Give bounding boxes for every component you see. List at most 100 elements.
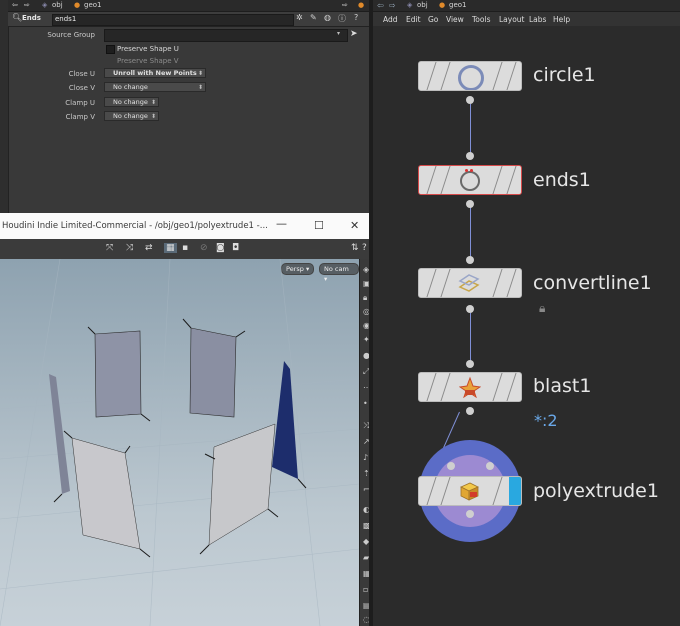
input-port[interactable]: [486, 462, 494, 470]
node-stripe: [492, 166, 503, 194]
extruded-panel: [208, 423, 276, 546]
close-v-label: Close V: [68, 84, 95, 92]
note-icon[interactable]: ♪: [363, 453, 368, 462]
source-group-dropdown-icon[interactable]: ▾: [337, 30, 340, 37]
screenshot-icon[interactable]: ◘: [232, 243, 239, 253]
node-circle1[interactable]: [418, 61, 522, 91]
menu-layout[interactable]: Layout: [499, 15, 525, 24]
menu-tools[interactable]: Tools: [472, 15, 490, 24]
extruded-panel: [71, 437, 141, 550]
network-view[interactable]: ⇦ ⇨ ◈ obj ● geo1 Add Edit Go View Tools …: [373, 0, 680, 626]
square-snap-icon[interactable]: ▪: [182, 243, 188, 253]
back-arrow-icon[interactable]: ⇦: [12, 1, 18, 9]
tool-options-icon[interactable]: ⇅: [351, 243, 359, 253]
node-stripe: [426, 373, 437, 401]
swap-icon[interactable]: ⇄: [145, 243, 153, 253]
back-arrow-icon[interactable]: ⇦: [377, 1, 384, 10]
group-badge: *:2: [534, 411, 558, 430]
menu-arrows-icon: ⬍: [197, 84, 203, 91]
path-node-geo1[interactable]: geo1: [84, 1, 102, 9]
minimize-icon[interactable]: —: [276, 217, 287, 230]
node-stripe: [506, 373, 517, 401]
menu-labs[interactable]: Labs: [529, 15, 546, 24]
node-label-convertline1[interactable]: convertline1: [533, 272, 652, 294]
3d-scene-view[interactable]: Persp ▾ No cam ▾: [0, 259, 359, 626]
circle-icon: [458, 65, 484, 90]
close-icon[interactable]: ✕: [350, 219, 359, 232]
lock-icon[interactable]: 🔒︎: [539, 301, 545, 316]
pin-icon[interactable]: ⇨: [342, 1, 348, 9]
output-port[interactable]: [466, 510, 474, 518]
menu-go[interactable]: Go: [428, 15, 438, 24]
camera-icon[interactable]: ◙: [216, 243, 225, 253]
node-stripe: [492, 62, 503, 90]
node-stripe: [440, 373, 451, 401]
close-v-menu[interactable]: No change ⬍: [104, 82, 206, 92]
brush-icon[interactable]: ✎: [310, 13, 317, 22]
dot-icon[interactable]: •: [363, 399, 368, 408]
node-convertline1[interactable]: [418, 268, 522, 298]
path-context-obj[interactable]: obj: [52, 1, 63, 9]
square-icon[interactable]: ▫: [363, 585, 368, 594]
view-tool-icon[interactable]: ⤧: [106, 243, 113, 253]
forward-arrow-icon[interactable]: ⇨: [389, 1, 396, 10]
path-node-geo1[interactable]: geo1: [449, 1, 467, 9]
node-stripe: [440, 62, 451, 90]
node-stripe: [506, 269, 517, 297]
source-group-field[interactable]: [104, 29, 348, 42]
output-port[interactable]: [466, 200, 474, 208]
input-port[interactable]: [466, 256, 474, 264]
preserve-shape-u-label: Preserve Shape U: [117, 45, 179, 53]
output-port[interactable]: [466, 305, 474, 313]
select-arrow-icon[interactable]: ➤: [350, 29, 358, 39]
output-port[interactable]: [466, 407, 474, 415]
node-ends1[interactable]: [418, 165, 522, 195]
node-label-ends1[interactable]: ends1: [533, 169, 591, 191]
forward-arrow-icon[interactable]: ⇨: [24, 1, 30, 9]
geo-node-icon: ●: [74, 1, 81, 9]
help-icon[interactable]: ?: [362, 243, 367, 253]
input-port[interactable]: [447, 462, 455, 470]
window-titlebar[interactable]: Houdini Indie Limited-Commercial - /obj/…: [0, 213, 375, 239]
close-v-value: No change: [113, 83, 148, 91]
gear-icon[interactable]: ✲: [296, 13, 303, 22]
help-circle-icon[interactable]: ◍: [324, 13, 331, 22]
info-icon[interactable]: ⓘ: [338, 13, 346, 24]
ends-marker-icon: [465, 169, 468, 172]
menu-add[interactable]: Add: [383, 15, 398, 24]
question-icon[interactable]: ?: [354, 13, 358, 22]
clamp-v-value: No change: [113, 112, 148, 120]
clamp-v-menu[interactable]: No change ⬍: [104, 111, 159, 121]
node-polyextrude1[interactable]: [418, 476, 522, 506]
close-u-menu[interactable]: Unroll with New Points ⬍: [104, 68, 206, 78]
rotate-tool-icon[interactable]: ⤨: [126, 243, 133, 253]
node-stripe: [492, 269, 503, 297]
menu-help[interactable]: Help: [553, 15, 570, 24]
menu-view[interactable]: View: [446, 15, 464, 24]
window-title: Houdini Indie Limited-Commercial - /obj/…: [2, 221, 268, 231]
grid-snap-icon[interactable]: ▦: [164, 243, 177, 253]
node-label-polyextrude1[interactable]: polyextrude1: [533, 480, 659, 502]
clamp-u-value: No change: [113, 98, 148, 106]
node-stripe: [426, 166, 437, 194]
search-icon[interactable]: 🔍︎: [12, 13, 22, 22]
node-label-blast1[interactable]: blast1: [533, 375, 591, 397]
node-stripe: [440, 166, 451, 194]
node-label-circle1[interactable]: circle1: [533, 64, 596, 86]
output-port[interactable]: [466, 96, 474, 104]
maximize-icon[interactable]: ☐: [314, 219, 324, 232]
link-icon[interactable]: ●: [358, 1, 364, 9]
input-port[interactable]: [466, 360, 474, 368]
path-context-obj[interactable]: obj: [417, 1, 428, 9]
preserve-shape-u-checkbox[interactable]: [106, 45, 115, 54]
lock-icon[interactable]: 🔒︎: [363, 293, 367, 303]
input-port[interactable]: [466, 152, 474, 160]
ends-circle-icon: [460, 171, 480, 191]
disabled-snap-icon[interactable]: ⊘: [200, 243, 208, 253]
operator-name-field[interactable]: ends1: [52, 14, 294, 26]
display-flag[interactable]: [509, 477, 521, 505]
node-blast1[interactable]: [418, 372, 522, 402]
preserve-shape-v-label: Preserve Shape V: [117, 57, 179, 65]
menu-edit[interactable]: Edit: [406, 15, 421, 24]
clamp-u-menu[interactable]: No change ⬍: [104, 97, 159, 107]
